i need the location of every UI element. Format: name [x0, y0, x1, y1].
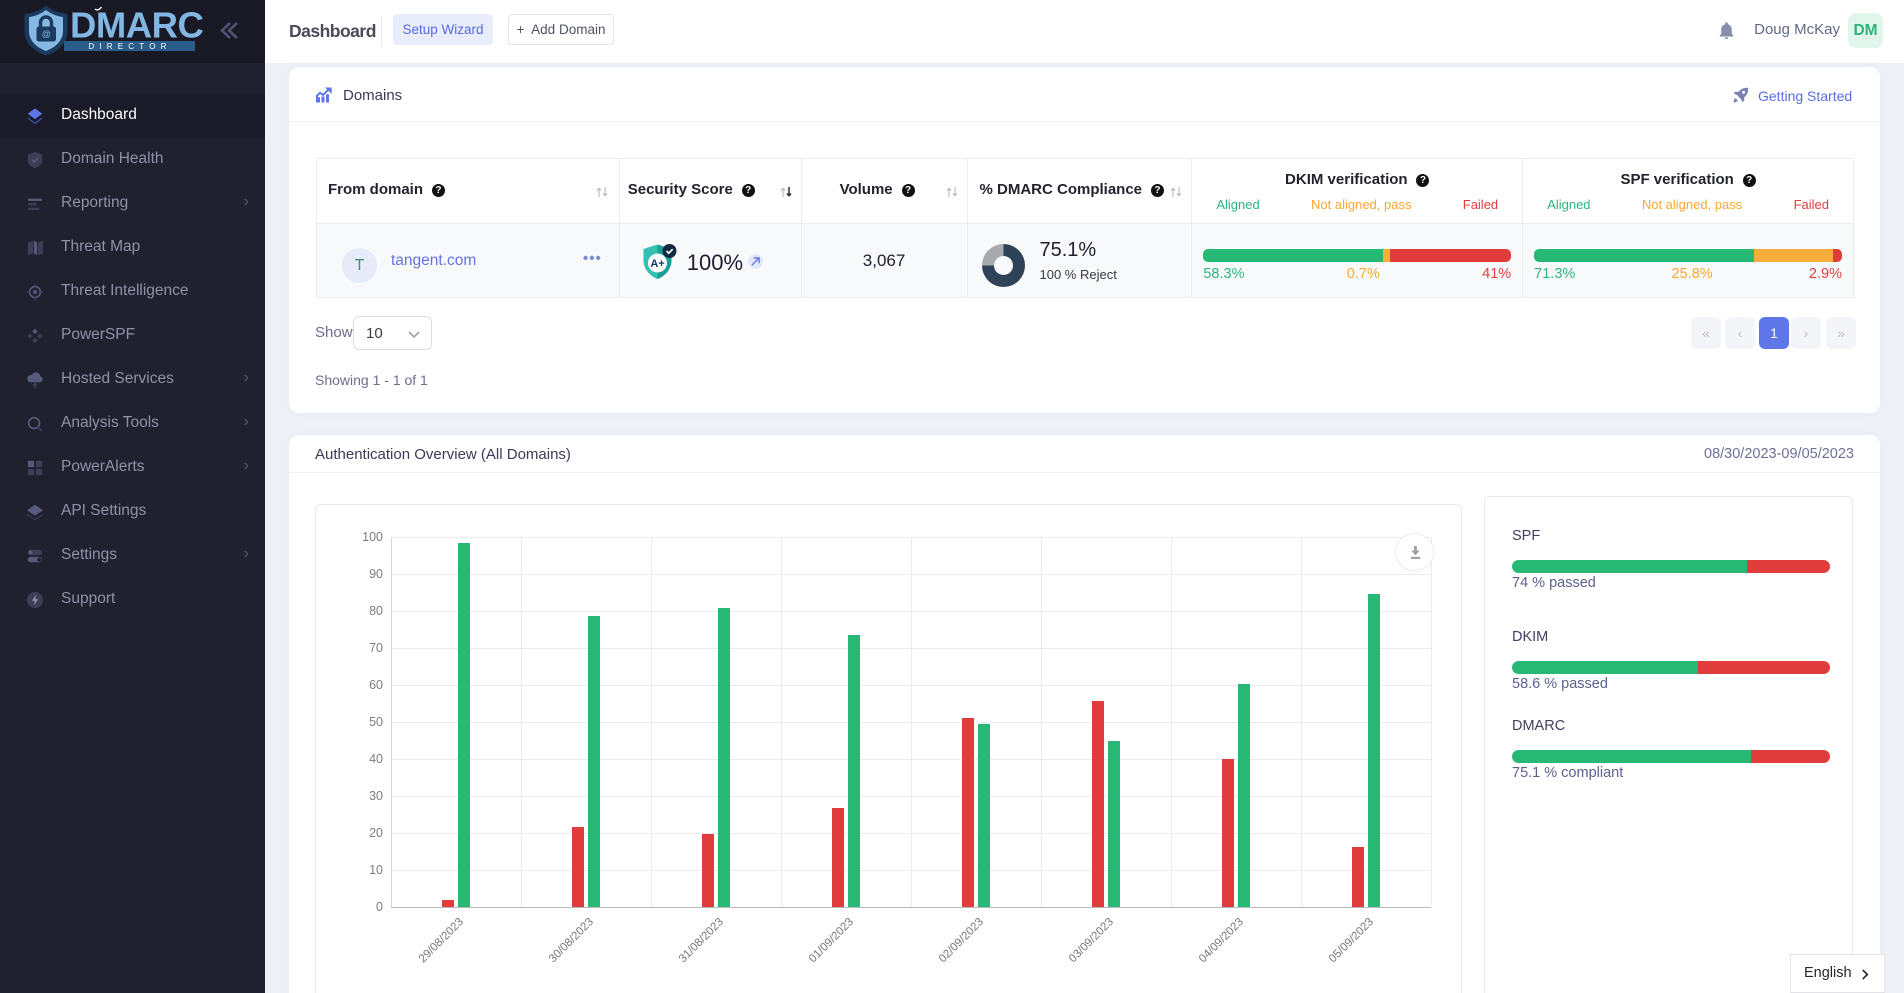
svg-text:@: @	[42, 29, 51, 39]
svg-text:DMARC: DMARC	[70, 5, 203, 46]
svg-text:A+: A+	[650, 258, 664, 270]
